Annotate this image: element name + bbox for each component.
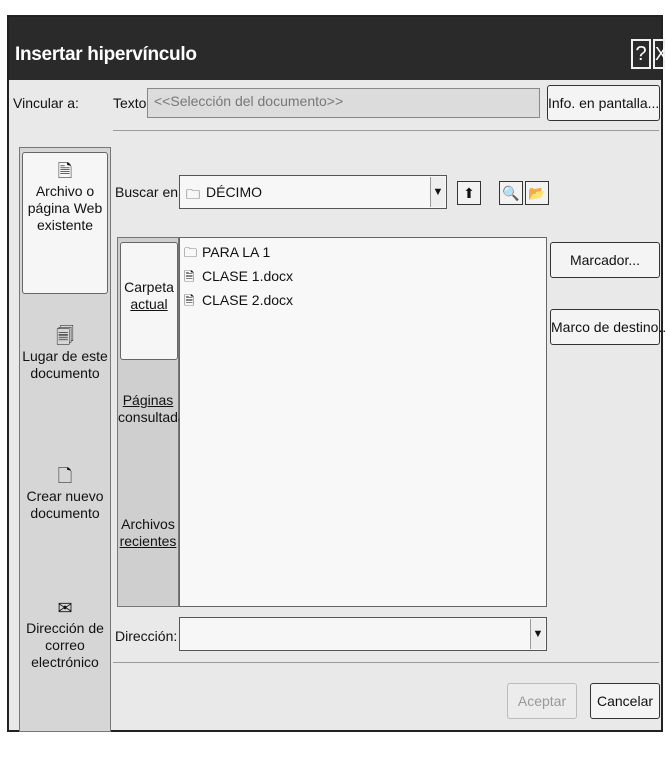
hyperlink-dialog: Insertar hipervínculo ? X Vincular a: Te… — [7, 15, 666, 732]
browse-web-button[interactable]: 🔍 — [499, 181, 523, 205]
target-frame-button[interactable]: Marco de destino... — [550, 309, 666, 345]
ok-button[interactable]: Aceptar — [507, 683, 577, 719]
cancel-button[interactable]: Cancelar — [590, 683, 660, 719]
texto-field[interactable]: <<Selección del documento>> — [147, 88, 540, 118]
tab-label: recientes — [119, 533, 177, 549]
separator-top — [113, 130, 659, 131]
file-name: PARA LA 1 — [202, 244, 271, 260]
file-name: CLASE 2.docx — [202, 292, 294, 308]
tab-label: Páginas — [122, 392, 174, 408]
target-frame-label: Marco de destino... — [551, 319, 666, 335]
texto-label: Texto: — [113, 95, 151, 111]
address-combo[interactable]: ▼ — [179, 617, 547, 651]
dialog-title: Insertar hipervínculo — [15, 44, 197, 65]
sidebar-label: Archivo o — [35, 183, 95, 199]
sidebar-label: documento — [30, 365, 100, 381]
email-icon: ✉ — [57, 598, 73, 618]
bookmark-button[interactable]: Marcador... — [550, 242, 660, 278]
sidebar-label: página Web — [27, 200, 103, 216]
sidebar-label: Dirección de — [26, 620, 104, 636]
sidebar-item-new-document[interactable]: 🗋 Crear nuevo documento — [20, 466, 110, 586]
chevron-down-icon[interactable]: ▼ — [530, 619, 545, 649]
folder-icon: 🗀 — [184, 245, 198, 260]
file-list: 🗀 PARA LA 1 🗎 CLASE 1.docx 🗎 CLASE 2.docx — [179, 237, 547, 607]
help-button[interactable]: ? — [631, 39, 651, 69]
ok-label: Aceptar — [517, 693, 567, 709]
new-document-icon: 🗋 — [57, 466, 73, 486]
sidebar-item-email[interactable]: ✉ Dirección de correo electrónico — [20, 598, 110, 728]
open-folder-icon: 📂 — [528, 185, 546, 201]
sidebar-label: correo — [45, 637, 85, 653]
title-bar: Insertar hipervínculo ? X — [9, 17, 666, 80]
sidebar-label: Lugar de este — [22, 348, 108, 364]
sidebar-item-existing-file[interactable]: 🗎 Archivo o página Web existente — [22, 152, 108, 294]
document-icon: 🗎 — [57, 161, 73, 181]
folder-icon: 🗀 — [186, 186, 200, 202]
up-folder-icon: ⬆ — [463, 185, 475, 201]
buscar-label: Buscar en: — [115, 184, 182, 200]
sidebar-label: Crear nuevo — [26, 488, 104, 504]
bookmark-label: Marcador... — [569, 252, 641, 268]
texto-value: <<Selección del documento>> — [154, 93, 344, 109]
screen-tip-label: Info. en pantalla... — [548, 95, 660, 111]
sidebar-label: documento — [30, 505, 100, 521]
vincular-label: Vincular a: — [13, 95, 79, 111]
word-doc-icon: 🗎 — [184, 293, 195, 308]
chevron-down-icon[interactable]: ▼ — [430, 177, 445, 207]
link-to-sidebar: 🗎 Archivo o página Web existente 🗐 Lugar… — [19, 147, 111, 732]
list-item[interactable]: 🗀 PARA LA 1 — [184, 244, 270, 266]
tab-browsed-pages[interactable]: Páginas consultadas — [118, 392, 193, 452]
tab-current-folder[interactable]: Carpeta actual — [120, 242, 178, 360]
close-button[interactable]: X — [653, 39, 666, 69]
look-in-value: DÉCIMO — [206, 184, 262, 200]
list-item[interactable]: 🗎 CLASE 2.docx — [184, 292, 293, 314]
sidebar-label: existente — [36, 217, 94, 233]
word-doc-icon: 🗎 — [184, 269, 195, 284]
tab-label: Archivos — [121, 516, 175, 532]
browse-file-button[interactable]: 📂 — [525, 181, 549, 205]
tab-recent-files[interactable]: Archivos recientes — [118, 516, 178, 576]
up-folder-button[interactable]: ⬆ — [457, 181, 481, 205]
tab-label: Carpeta — [124, 279, 174, 295]
direccion-label: Dirección: — [115, 628, 178, 644]
separator-bottom — [113, 662, 659, 663]
sidebar-item-place-in-document[interactable]: 🗐 Lugar de este documento — [20, 326, 110, 446]
look-in-combo[interactable]: 🗀 DÉCIMO ▼ — [179, 175, 447, 209]
document-place-icon: 🗐 — [56, 326, 74, 346]
browse-tabs: Carpeta actual Páginas consultadas Archi… — [117, 237, 193, 607]
cancel-label: Cancelar — [596, 693, 654, 709]
sidebar-label: electrónico — [31, 654, 99, 670]
tab-label: actual — [130, 296, 168, 312]
magnifier-icon: 🔍 — [502, 185, 520, 201]
screen-tip-button[interactable]: Info. en pantalla... — [547, 85, 660, 121]
file-name: CLASE 1.docx — [202, 268, 294, 284]
list-item[interactable]: 🗎 CLASE 1.docx — [184, 268, 293, 290]
